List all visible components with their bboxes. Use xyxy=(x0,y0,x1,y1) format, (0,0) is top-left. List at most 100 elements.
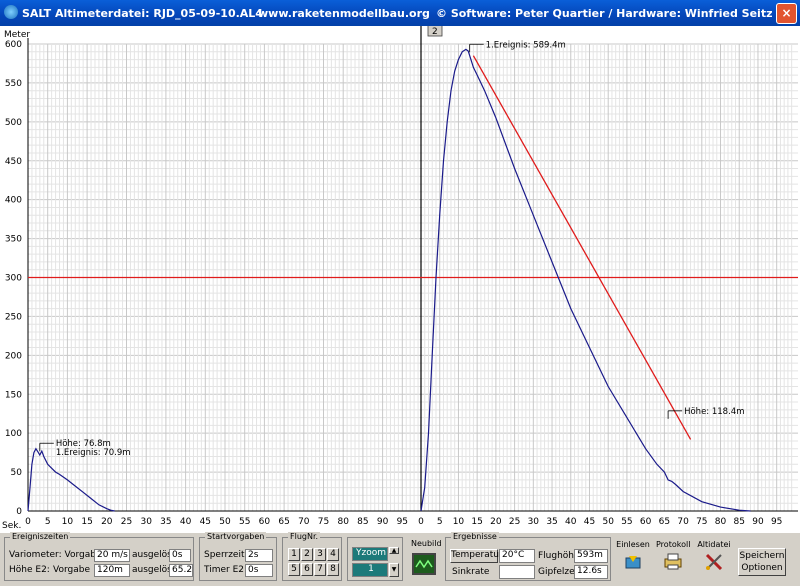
x-tick-label: 95 xyxy=(771,517,782,527)
x-tick-label: 40 xyxy=(180,517,192,527)
gipfelzeit-value: 12.6s xyxy=(574,565,608,579)
x-tick-label: 90 xyxy=(752,517,764,527)
x-tick-label: 60 xyxy=(640,517,652,527)
y-tick-label: 0 xyxy=(16,507,22,517)
x-axis-label: Sek. xyxy=(2,521,21,531)
einlesen-button[interactable]: Einlesen xyxy=(616,540,650,582)
x-tick-label: 25 xyxy=(509,517,520,527)
x-tick-label: 10 xyxy=(453,517,465,527)
y-tick-label: 550 xyxy=(5,79,22,89)
annotation-label: 1.Ereignis: 589.4m xyxy=(486,40,566,50)
flug-7-button[interactable]: 7 xyxy=(314,563,326,576)
window-title: SALT Altimeterdatei: RJD_05-09-10.AL4 xyxy=(22,7,263,20)
flug-6-button[interactable]: 6 xyxy=(301,563,313,576)
x-tick-label: 55 xyxy=(239,517,250,527)
credits-label: © Software: Peter Quartier / Hardware: W… xyxy=(436,7,773,20)
flug-1-button[interactable]: 1 xyxy=(288,548,300,561)
app-icon xyxy=(4,5,18,19)
x-tick-label: 95 xyxy=(397,517,408,527)
x-tick-label: 30 xyxy=(140,517,152,527)
flug-4-button[interactable]: 4 xyxy=(327,548,339,561)
x-tick-label: 90 xyxy=(377,517,389,527)
y-tick-label: 200 xyxy=(5,351,22,361)
sperrzeit-field[interactable]: 2s xyxy=(245,549,273,562)
x-tick-label: 80 xyxy=(715,517,727,527)
yzoom-label: Yzoom xyxy=(352,547,388,561)
x-tick-label: 65 xyxy=(278,517,289,527)
neubild-button[interactable]: Neubild xyxy=(409,537,442,581)
x-tick-label: 20 xyxy=(101,517,113,527)
yzoom-value[interactable]: 1 xyxy=(352,563,388,577)
close-button[interactable]: × xyxy=(776,3,797,24)
y-tick-label: 300 xyxy=(5,274,22,284)
timer-e2-field[interactable]: 0s xyxy=(245,564,273,577)
tools-icon xyxy=(705,553,723,570)
x-tick-label: 50 xyxy=(602,517,614,527)
x-tick-label: 45 xyxy=(584,517,595,527)
yzoom-group: Yzoom ▲ 1 ▼ xyxy=(347,537,403,581)
protokoll-label: Protokoll xyxy=(656,540,691,549)
speichern-optionen-button[interactable]: Speichern Optionen xyxy=(738,548,786,576)
altitude-chart: 0501001502002503003504004505005506000 5 10… xyxy=(0,26,800,533)
x-tick-label: 80 xyxy=(337,517,349,527)
hoehe-e2-label: Höhe E2: xyxy=(9,565,50,575)
panel-button-label: 2 xyxy=(432,27,438,37)
flug-3-button[interactable]: 3 xyxy=(314,548,326,561)
x-tick-label: 70 xyxy=(298,517,310,527)
startvorgaben-group: Startvorgaben Sperrzeit 2s Timer E2 0s xyxy=(199,532,277,581)
y-tick-label: 600 xyxy=(5,40,22,50)
optionen-label: Optionen xyxy=(741,563,783,573)
control-panel: Ereigniszeiten Variometer: Vorgabe 20 m/… xyxy=(0,532,800,586)
hoehe-e2-vorgabe-field[interactable]: 120m xyxy=(94,564,130,577)
timer-e2-label: Timer E2 xyxy=(204,565,244,575)
x-tick-label: 70 xyxy=(677,517,689,527)
yzoom-down-button[interactable]: ▼ xyxy=(389,563,399,577)
y-tick-label: 450 xyxy=(5,157,22,167)
x-tick-label: 75 xyxy=(318,517,329,527)
x-tick-label: 30 xyxy=(528,517,540,527)
flug-8-button[interactable]: 8 xyxy=(327,563,339,576)
flug-2-button[interactable]: 2 xyxy=(301,548,313,561)
x-tick-label: 15 xyxy=(81,517,92,527)
y-tick-label: 150 xyxy=(5,390,22,400)
x-tick-label: 35 xyxy=(546,517,557,527)
y-tick-label: 100 xyxy=(5,429,22,439)
sinkrate-value xyxy=(499,565,535,579)
x-tick-label: 75 xyxy=(696,517,707,527)
y-tick-label: 50 xyxy=(11,468,23,478)
x-tick-label: 5 xyxy=(45,517,51,527)
title-bar: SALT Altimeterdatei: RJD_05-09-10.AL4 ww… xyxy=(0,0,800,26)
flug-5-button[interactable]: 5 xyxy=(288,563,300,576)
ereignis-title: Ereigniszeiten xyxy=(10,532,71,541)
x-tick-label: 40 xyxy=(565,517,577,527)
variometer-vorgabe-field[interactable]: 20 m/s xyxy=(94,549,130,562)
x-tick-label: 5 xyxy=(437,517,443,527)
protokoll-button[interactable]: Protokoll xyxy=(656,540,690,582)
ereignis-group: Ereigniszeiten Variometer: Vorgabe 20 m/… xyxy=(4,532,194,581)
y-axis-label: Meter xyxy=(4,30,30,40)
x-tick-label: 20 xyxy=(490,517,502,527)
ergebnisse-group: Ergebnisse Temperatur 20°C Flughöhe 593m… xyxy=(445,532,611,581)
x-tick-label: 45 xyxy=(200,517,211,527)
flugnr-title: FlugNr. xyxy=(288,532,321,541)
annotation-label: Höhe: 118.4m xyxy=(684,407,744,417)
printer-icon xyxy=(664,553,682,570)
altidatei-label: Altidatei xyxy=(697,540,731,549)
y-tick-label: 350 xyxy=(5,235,22,245)
flugnr-group: FlugNr. 1 2 3 4 5 6 7 8 xyxy=(282,532,342,581)
website-label: www.raketenmodellbau.org xyxy=(258,7,430,20)
x-tick-label: 15 xyxy=(471,517,482,527)
einlesen-label: Einlesen xyxy=(616,540,650,549)
x-tick-label: 0 xyxy=(418,517,424,527)
panel-button[interactable]: 2 xyxy=(427,26,443,37)
yzoom-up-button[interactable]: ▲ xyxy=(389,547,399,554)
altidatei-button[interactable]: Altidatei xyxy=(697,540,731,582)
x-tick-label: 35 xyxy=(160,517,171,527)
x-tick-label: 55 xyxy=(621,517,632,527)
temperatur-value: 20°C xyxy=(499,549,535,563)
x-tick-label: 60 xyxy=(259,517,271,527)
temperatur-button[interactable]: Temperatur xyxy=(450,549,503,563)
speichern-label: Speichern xyxy=(739,551,785,561)
ergebnisse-title: Ergebnisse xyxy=(451,532,499,541)
hoehe-e2-ausgeloest-value: 65.2s xyxy=(169,564,193,577)
